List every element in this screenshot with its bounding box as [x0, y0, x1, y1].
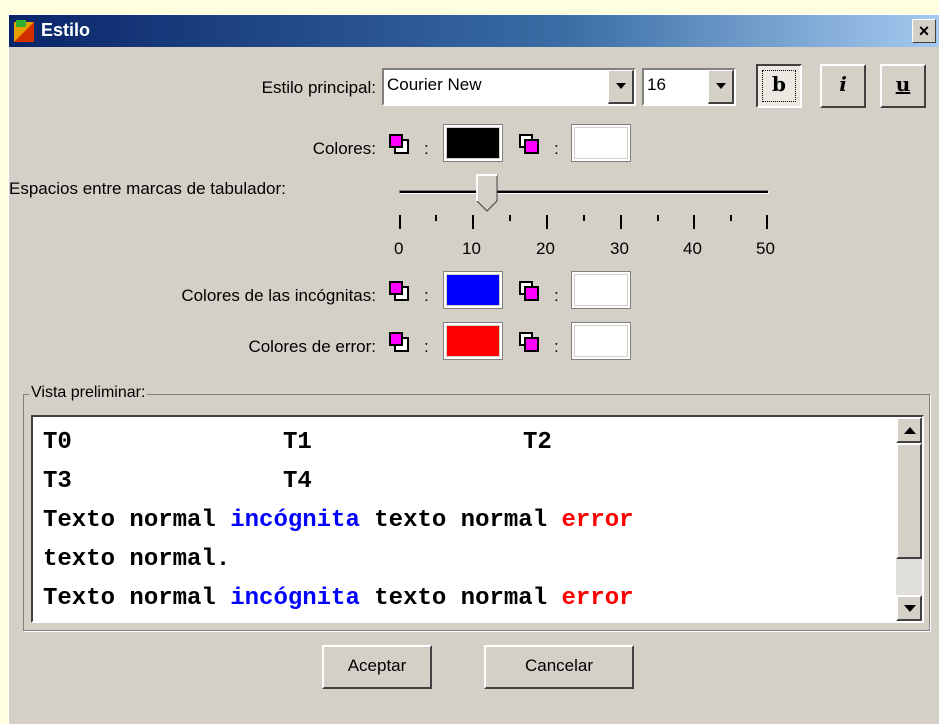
- font-size-value: 16: [647, 75, 666, 94]
- unknown-text: incógnita: [230, 507, 360, 534]
- font-size-combo[interactable]: 16: [642, 68, 736, 106]
- preview-line: T3: [43, 468, 72, 495]
- normal-text: texto normal: [359, 507, 562, 534]
- font-name-combo[interactable]: Courier New: [382, 68, 636, 106]
- unknown-colors-label: Colores de las incógnitas:: [181, 286, 376, 305]
- scroll-down-button[interactable]: [896, 595, 922, 621]
- unknown-foreground-swatch[interactable]: [443, 271, 503, 309]
- unknown-background-swatch[interactable]: [571, 271, 631, 309]
- colors-foreground-swatch[interactable]: [443, 124, 503, 162]
- minor-tick: [583, 215, 585, 221]
- focus-outline: [762, 70, 796, 102]
- foreground-color-icon: [389, 332, 409, 352]
- background-color-icon: [519, 332, 539, 352]
- preview-line: T1: [283, 429, 312, 456]
- swatch-fill: [447, 326, 499, 356]
- style-dialog: Estilo × Estilo principal: Courier New 1…: [8, 14, 939, 724]
- minor-tick: [657, 215, 659, 221]
- background-color-icon: [519, 281, 539, 301]
- preview-legend: Vista preliminar:: [29, 384, 148, 402]
- preview-line: T4: [283, 468, 312, 495]
- swatch-fill: [575, 128, 627, 158]
- scroll-up-button[interactable]: [896, 417, 922, 443]
- cancel-button[interactable]: Cancelar: [484, 645, 634, 689]
- swatch-fill: [575, 275, 627, 305]
- main-style-label: Estilo principal:: [261, 78, 376, 97]
- italic-label: i: [839, 72, 847, 96]
- tick-label: 10: [462, 239, 481, 258]
- unknown-bg-separator: :: [554, 286, 559, 305]
- bold-toggle-button[interactable]: b: [756, 64, 802, 108]
- major-tick: [620, 215, 622, 229]
- preview-line: Texto normal incógnita texto normal erro…: [43, 507, 634, 534]
- chevron-up-icon: [904, 427, 916, 434]
- chevron-down-icon[interactable]: [708, 70, 734, 104]
- tab-marker: T0: [43, 429, 72, 456]
- tab-marker: T1: [283, 429, 312, 456]
- error-fg-separator: :: [424, 337, 429, 356]
- major-tick: [546, 215, 548, 229]
- minor-tick: [435, 215, 437, 221]
- error-text: error: [561, 507, 634, 534]
- preview-line: texto normal.: [43, 546, 230, 573]
- slider-track[interactable]: [399, 190, 769, 194]
- font-name-value: Courier New: [387, 75, 482, 94]
- tab-spacing-label: Espacios entre marcas de tabulador:: [9, 179, 286, 198]
- normal-text: Texto normal: [43, 585, 231, 612]
- tick-label: 0: [394, 239, 404, 258]
- tick-label: 20: [536, 239, 555, 258]
- swatch-fill: [575, 326, 627, 356]
- swatch-fill: [447, 275, 499, 305]
- preview-line: Texto normal incógnita texto normal erro…: [43, 585, 634, 612]
- close-button[interactable]: ×: [912, 19, 936, 43]
- normal-text: Texto normal: [43, 507, 231, 534]
- app-icon: [14, 20, 34, 42]
- error-colors-label: Colores de error:: [248, 337, 376, 356]
- foreground-color-icon: [389, 281, 409, 301]
- chevron-down-icon[interactable]: [608, 70, 634, 104]
- preview-text-area[interactable]: T0 T1 T2 T3 T4 Texto normal incógnita te…: [31, 415, 924, 623]
- minor-tick: [730, 215, 732, 221]
- underline-label: u: [895, 72, 911, 96]
- slider-thumb[interactable]: [476, 174, 500, 212]
- preview-line: T2: [523, 429, 552, 456]
- error-text: error: [561, 585, 634, 612]
- colors-background-swatch[interactable]: [571, 124, 631, 162]
- tick-label: 50: [756, 239, 775, 258]
- preview-line: T0: [43, 429, 72, 456]
- minor-tick: [509, 215, 511, 221]
- unknown-fg-separator: :: [424, 286, 429, 305]
- scroll-thumb[interactable]: [896, 443, 922, 559]
- tab-marker: T3: [43, 468, 72, 495]
- error-background-swatch[interactable]: [571, 322, 631, 360]
- title-bar[interactable]: Estilo ×: [9, 15, 939, 47]
- major-tick: [472, 215, 474, 229]
- underline-toggle-button[interactable]: u: [880, 64, 926, 108]
- chevron-down-icon: [904, 605, 916, 612]
- unknown-text: incógnita: [230, 585, 360, 612]
- vertical-scrollbar[interactable]: [896, 417, 922, 621]
- colors-bg-separator: :: [554, 139, 559, 158]
- tab-marker: T2: [523, 429, 552, 456]
- accept-button[interactable]: Aceptar: [322, 645, 432, 689]
- major-tick: [693, 215, 695, 229]
- tab-marker: T4: [283, 468, 312, 495]
- normal-text: texto normal.: [43, 546, 231, 573]
- colors-label: Colores:: [312, 139, 376, 158]
- background-color-icon: [519, 134, 539, 154]
- error-bg-separator: :: [554, 337, 559, 356]
- normal-text: texto normal: [359, 585, 562, 612]
- swatch-fill: [447, 128, 499, 158]
- window-title: Estilo: [41, 20, 91, 40]
- major-tick: [766, 215, 768, 229]
- tick-label: 30: [610, 239, 629, 258]
- colors-fg-separator: :: [424, 139, 429, 158]
- italic-toggle-button[interactable]: i: [820, 64, 866, 108]
- slider-ticks: [399, 215, 769, 231]
- major-tick: [399, 215, 401, 229]
- tick-label: 40: [683, 239, 702, 258]
- error-foreground-swatch[interactable]: [443, 322, 503, 360]
- foreground-color-icon: [389, 134, 409, 154]
